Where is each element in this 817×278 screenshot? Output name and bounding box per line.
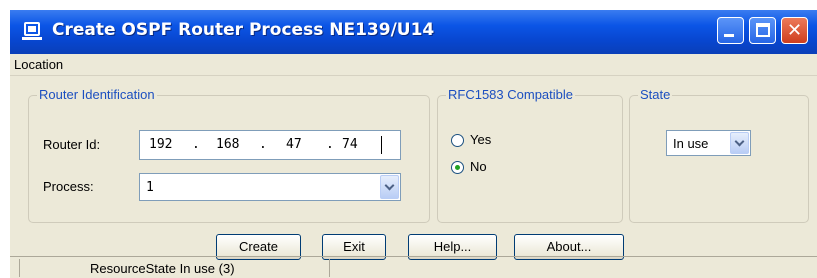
router-identification-legend: Router Identification: [37, 87, 157, 102]
menu-bar: Location: [10, 54, 817, 76]
chevron-down-icon: [384, 180, 395, 191]
text-caret: [381, 136, 382, 154]
close-button[interactable]: ✕: [781, 17, 808, 44]
minimize-button[interactable]: [717, 17, 744, 44]
router-id-octet-2: 168: [216, 137, 240, 152]
menu-location[interactable]: Location: [14, 57, 63, 72]
router-id-dot-1: .: [192, 137, 200, 152]
state-legend: State: [638, 87, 673, 102]
process-select-value: 1: [146, 180, 154, 195]
router-id-label: Router Id:: [43, 137, 101, 152]
rfc1583-no-radio[interactable]: [451, 161, 464, 174]
rfc1583-legend: RFC1583 Compatible: [446, 87, 576, 102]
router-id-octet-3: 47: [286, 137, 302, 152]
state-dropdown-button[interactable]: [730, 132, 749, 154]
window-title: Create OSPF Router Process NE139/U14: [52, 20, 435, 40]
dialog-client-area: Location Router Identification Router Id…: [10, 54, 817, 278]
state-select-value: In use: [673, 136, 709, 151]
status-bar: ResourceState In use (3): [10, 256, 817, 278]
title-bar[interactable]: Create OSPF Router Process NE139/U14 ✕: [10, 10, 817, 54]
chevron-down-icon: [734, 136, 745, 147]
app-icon: [22, 22, 42, 40]
maximize-icon: [756, 23, 770, 37]
close-icon: ✕: [786, 20, 803, 41]
rfc1583-yes-radio[interactable]: [451, 134, 464, 147]
status-cell-empty: [329, 259, 817, 277]
maximize-button[interactable]: [749, 17, 776, 44]
rfc1583-yes-label[interactable]: Yes: [470, 132, 491, 147]
router-id-dot-2: .: [259, 137, 267, 152]
state-select[interactable]: In use: [666, 130, 751, 156]
process-select[interactable]: 1: [139, 173, 401, 201]
router-id-dot-3: .: [326, 137, 334, 152]
status-cell-resource-state: ResourceState In use (3): [19, 259, 329, 277]
state-group: State: [629, 87, 809, 223]
minimize-icon: [724, 34, 734, 37]
process-label: Process:: [43, 179, 94, 194]
rfc1583-no-label[interactable]: No: [470, 159, 487, 174]
dialog-window: Create OSPF Router Process NE139/U14 ✕ L…: [10, 10, 817, 278]
resource-state-text: ResourceState In use (3): [90, 261, 235, 276]
router-id-input[interactable]: 192 . 168 . 47 . 74: [139, 130, 401, 160]
rfc1583-group: RFC1583 Compatible: [437, 87, 623, 223]
router-id-octet-4: 74: [342, 137, 358, 152]
process-dropdown-button[interactable]: [380, 175, 399, 199]
router-id-octet-1: 192: [149, 137, 173, 152]
